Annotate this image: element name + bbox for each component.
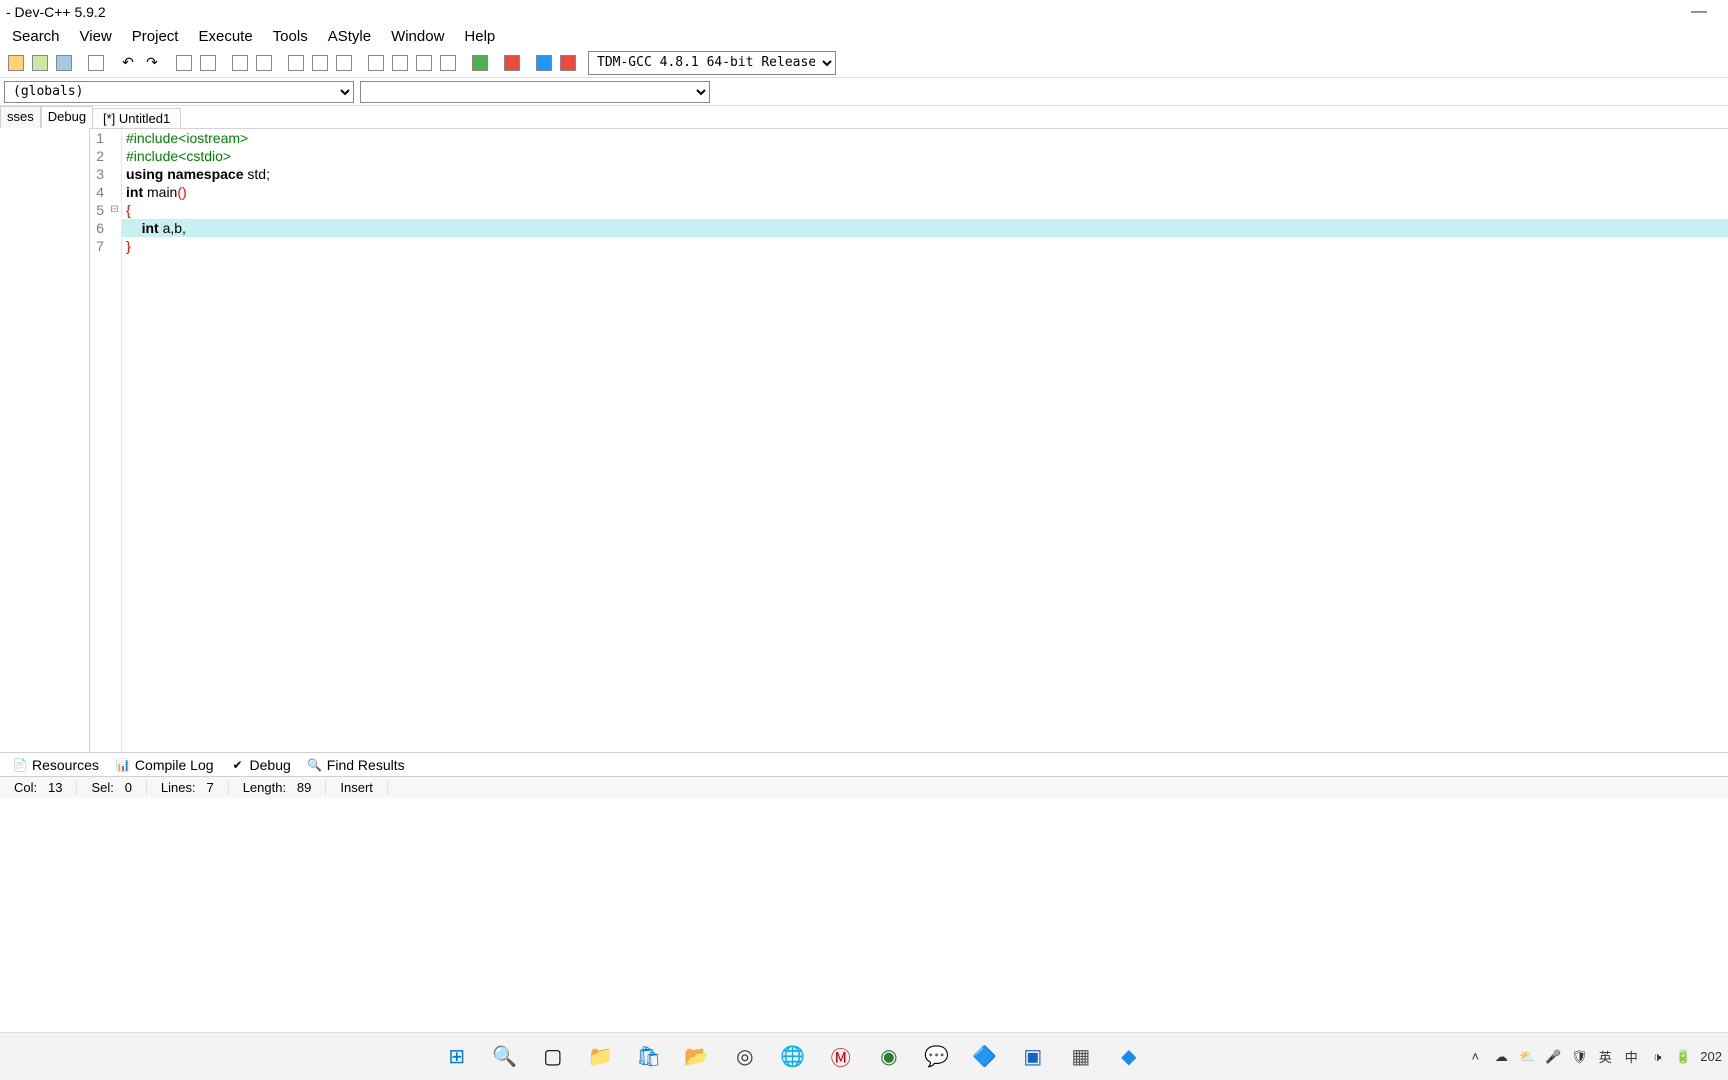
status-col: Col: 13 (0, 780, 77, 795)
title-text: - Dev-C++ 5.9.2 (6, 4, 106, 20)
layout1-button[interactable] (365, 52, 387, 74)
tray-security-icon[interactable]: 🛡 (1570, 1048, 1588, 1066)
bottom-tab-compile-log[interactable]: 📊Compile Log (107, 755, 222, 775)
scope-select[interactable]: (globals) (4, 81, 354, 103)
bottom-tab-find-results[interactable]: 🔍Find Results (299, 755, 413, 775)
replace-button[interactable] (197, 52, 219, 74)
compiler-select[interactable]: TDM-GCC 4.8.1 64-bit Release (588, 51, 836, 75)
browser-icon[interactable]: ◉ (869, 1037, 909, 1077)
main-area: sses Debug [*] Untitled1 1234567 ⊟ #incl… (0, 106, 1728, 752)
tray-chevron-icon[interactable]: ˄ (1466, 1048, 1484, 1066)
dell-icon[interactable]: ◎ (725, 1037, 765, 1077)
print-button[interactable] (85, 52, 107, 74)
status-length: Length: 89 (229, 780, 327, 795)
edge-icon[interactable]: 🌐 (773, 1037, 813, 1077)
menu-astyle[interactable]: AStyle (318, 26, 381, 47)
layout3-button[interactable] (413, 52, 435, 74)
menu-window[interactable]: Window (381, 26, 454, 47)
compile-button[interactable] (285, 52, 307, 74)
layout4-button[interactable] (437, 52, 459, 74)
run-button[interactable] (309, 52, 331, 74)
abort-button[interactable] (501, 52, 523, 74)
tray-mic-icon[interactable]: 🎤 (1544, 1048, 1562, 1066)
tray-battery-icon[interactable]: 🔋 (1674, 1048, 1692, 1066)
fold-gutter[interactable]: ⊟ (108, 129, 122, 752)
save-button[interactable] (53, 52, 75, 74)
app-icon-1[interactable]: 🔷 (965, 1037, 1005, 1077)
mcafee-icon[interactable]: Ⓜ (821, 1037, 861, 1077)
ime-indicator-1[interactable]: 英 (1596, 1048, 1614, 1066)
debug-icon: ✔ (230, 757, 246, 773)
ime-indicator-2[interactable]: 中 (1622, 1048, 1640, 1066)
explorer-icon[interactable]: 📁 (581, 1037, 621, 1077)
find-button[interactable] (173, 52, 195, 74)
toolbar: ↶ ↷ TDM-GCC 4.8.1 64-bit Release (0, 48, 1728, 78)
resources-icon: 📄 (12, 757, 28, 773)
find-results-icon: 🔍 (307, 757, 323, 773)
debug-tab[interactable]: Debug (41, 106, 93, 128)
compile-run-button[interactable] (333, 52, 355, 74)
tray-clock[interactable]: 202 (1700, 1049, 1722, 1064)
search-icon[interactable]: 🔍 (485, 1037, 525, 1077)
menu-view[interactable]: View (70, 26, 122, 47)
minimize-button[interactable]: — (1676, 3, 1722, 21)
toggle-bookmark-button[interactable] (229, 52, 251, 74)
status-lines: Lines: 7 (147, 780, 229, 795)
bottom-tab-resources[interactable]: 📄Resources (4, 755, 107, 775)
menu-execute[interactable]: Execute (188, 26, 262, 47)
line-gutter: 1234567 (90, 129, 108, 752)
status-mode: Insert (326, 780, 388, 795)
menu-tools[interactable]: Tools (263, 26, 318, 47)
menu-search[interactable]: Search (2, 26, 70, 47)
open-file-button[interactable] (29, 52, 51, 74)
tray-volume-icon[interactable]: 🕩 (1648, 1048, 1666, 1066)
code-content[interactable]: #include<iostream>#include<cstdio>using … (122, 129, 1728, 752)
bottom-tab-debug[interactable]: ✔Debug (222, 755, 299, 775)
goto-bookmark-button[interactable] (253, 52, 275, 74)
new-file-button[interactable] (5, 52, 27, 74)
task-view-icon[interactable]: ▢ (533, 1037, 573, 1077)
tray-cloud-icon[interactable]: ⛅ (1518, 1048, 1536, 1066)
undo-button[interactable]: ↶ (117, 52, 139, 74)
status-sel: Sel: 0 (77, 780, 146, 795)
store-icon[interactable]: 🛍 (629, 1037, 669, 1077)
app-icon-2[interactable]: ▦ (1061, 1037, 1101, 1077)
check-button[interactable] (469, 52, 491, 74)
side-panel: sses Debug (0, 106, 90, 752)
bottom-tabs: 📄Resources📊Compile Log✔Debug🔍Find Result… (0, 752, 1728, 776)
menu-help[interactable]: Help (454, 26, 505, 47)
titlebar: - Dev-C++ 5.9.2 — (0, 0, 1728, 24)
code-editor[interactable]: 1234567 ⊟ #include<iostream>#include<cst… (90, 128, 1728, 752)
windows-taskbar[interactable]: ⊞ 🔍 ▢ 📁 🛍 📂 ◎ 🌐 Ⓜ ◉ 💬 🔷 ▣ ▦ ◆ ˄ ☁ ⛅ 🎤 🛡 … (0, 1032, 1728, 1080)
redo-button[interactable]: ↷ (141, 52, 163, 74)
folder-icon[interactable]: 📂 (677, 1037, 717, 1077)
app-icon-3[interactable]: ◆ (1109, 1037, 1149, 1077)
status-bar: Col: 13 Sel: 0 Lines: 7 Length: 89 Inser… (0, 776, 1728, 798)
editor-area: [*] Untitled1 1234567 ⊟ #include<iostrea… (90, 106, 1728, 752)
file-tab[interactable]: [*] Untitled1 (92, 108, 181, 128)
compile-log-icon: 📊 (115, 757, 131, 773)
classes-tab[interactable]: sses (0, 106, 41, 128)
menu-project[interactable]: Project (122, 26, 189, 47)
debug-button[interactable] (557, 52, 579, 74)
tray-onedrive-icon[interactable]: ☁ (1492, 1048, 1510, 1066)
start-button[interactable]: ⊞ (437, 1037, 477, 1077)
devcpp-icon[interactable]: ▣ (1013, 1037, 1053, 1077)
member-select[interactable] (360, 81, 710, 103)
scope-bar: (globals) (0, 78, 1728, 106)
menubar: SearchViewProjectExecuteToolsAStyleWindo… (0, 24, 1728, 48)
profile-button[interactable] (533, 52, 555, 74)
wechat-icon[interactable]: 💬 (917, 1037, 957, 1077)
layout2-button[interactable] (389, 52, 411, 74)
